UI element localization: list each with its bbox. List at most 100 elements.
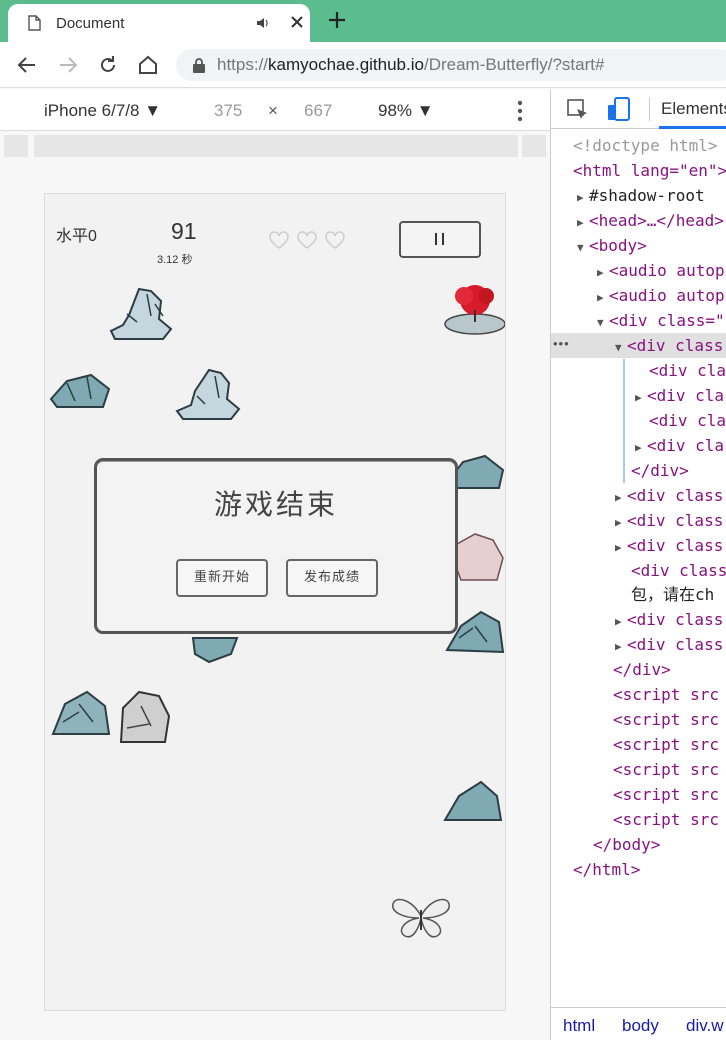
dom-node[interactable]: 包，请在ch bbox=[631, 582, 714, 607]
dom-node[interactable]: ▶ <div cla bbox=[635, 383, 724, 408]
teal-rock-icon bbox=[191, 637, 239, 664]
pause-button[interactable] bbox=[399, 221, 481, 258]
dom-node[interactable]: <script src bbox=[613, 807, 719, 832]
node-text: <div class bbox=[627, 635, 724, 654]
teal-rock-icon bbox=[49, 373, 111, 408]
dom-node[interactable]: ▶ <div cla bbox=[635, 433, 724, 458]
node-text: <script src bbox=[613, 685, 719, 704]
breadcrumb-div[interactable]: div.w bbox=[686, 1016, 723, 1036]
node-text: <div cla bbox=[647, 386, 725, 405]
teal-rock-icon bbox=[51, 690, 111, 735]
dom-node[interactable]: ▶ <div class bbox=[615, 607, 723, 632]
home-icon[interactable] bbox=[137, 54, 159, 76]
expand-triangle-icon[interactable]: ▶ bbox=[615, 510, 627, 535]
dom-node[interactable]: <div cla bbox=[649, 358, 726, 383]
browser-tab-strip: Document bbox=[0, 0, 726, 42]
expand-triangle-icon[interactable]: ▶ bbox=[577, 210, 589, 235]
browser-toolbar: https://kamyochae.github.io/Dream-Butter… bbox=[0, 42, 726, 88]
node-text: <!doctype html> bbox=[573, 136, 718, 155]
expand-triangle-icon[interactable]: ▶ bbox=[577, 185, 589, 210]
dom-node[interactable]: <!doctype html> bbox=[573, 133, 718, 158]
expand-triangle-icon[interactable]: ▶ bbox=[597, 260, 609, 285]
node-text: <div cla bbox=[647, 436, 725, 455]
breadcrumb-body[interactable]: body bbox=[622, 1016, 659, 1036]
viewport-width[interactable]: 375 bbox=[214, 101, 242, 121]
node-text: <script src bbox=[613, 810, 719, 829]
dimension-separator: × bbox=[268, 101, 278, 120]
tab-elements[interactable]: Elements bbox=[661, 99, 726, 119]
back-arrow-icon[interactable] bbox=[16, 54, 38, 76]
dom-node[interactable]: ▶ #shadow-root bbox=[577, 183, 705, 208]
forward-arrow-icon[interactable] bbox=[57, 54, 79, 76]
node-text: <script src bbox=[613, 785, 719, 804]
new-tab-plus-icon[interactable] bbox=[327, 10, 347, 30]
close-icon[interactable] bbox=[288, 13, 306, 31]
expand-triangle-icon[interactable]: ▶ bbox=[615, 609, 627, 634]
address-bar[interactable]: https://kamyochae.github.io/Dream-Butter… bbox=[176, 49, 726, 81]
collapse-triangle-icon[interactable]: ▼ bbox=[577, 235, 589, 260]
collapse-triangle-icon[interactable]: ▼ bbox=[597, 310, 609, 335]
reload-icon[interactable] bbox=[97, 54, 119, 76]
dom-node[interactable]: <div cla bbox=[649, 408, 726, 433]
node-text: <div class=" bbox=[609, 311, 725, 330]
zoom-select[interactable]: 98% ▼ bbox=[378, 101, 434, 121]
ruler-segment bbox=[34, 135, 518, 157]
level-label: 水平0 bbox=[56, 228, 97, 245]
breadcrumb-html[interactable]: html bbox=[563, 1016, 595, 1036]
dom-node[interactable]: ▼ <div class bbox=[615, 333, 723, 358]
dom-node[interactable]: ▶ <audio autop bbox=[597, 258, 725, 283]
device-select[interactable]: iPhone 6/7/8 ▼ bbox=[44, 101, 161, 121]
viewport-height[interactable]: 667 bbox=[304, 101, 332, 121]
dom-node[interactable]: ▶ <div class bbox=[615, 483, 723, 508]
dom-node[interactable]: <script src bbox=[613, 682, 719, 707]
heart-icon bbox=[269, 231, 289, 249]
dom-node[interactable]: ▶ <head>…</head> bbox=[577, 208, 724, 233]
expand-triangle-icon[interactable]: ▶ bbox=[597, 285, 609, 310]
restart-button[interactable]: 重新开始 bbox=[176, 559, 268, 597]
node-text: </div> bbox=[631, 461, 689, 480]
dom-node[interactable]: ▼ <div class=" bbox=[597, 308, 725, 333]
dom-node[interactable]: </body> bbox=[593, 832, 660, 857]
expand-triangle-icon[interactable]: ▶ bbox=[615, 535, 627, 560]
expand-triangle-icon[interactable]: ▶ bbox=[635, 385, 647, 410]
node-text: <div class bbox=[627, 610, 724, 629]
dom-node[interactable]: <script src bbox=[613, 757, 719, 782]
dom-node[interactable]: </div> bbox=[631, 458, 689, 483]
dom-node[interactable]: ▶ <div class bbox=[615, 533, 723, 558]
expand-triangle-icon[interactable]: ▶ bbox=[615, 485, 627, 510]
dom-node[interactable]: </div> bbox=[613, 657, 671, 682]
node-ellipsis[interactable]: ••• bbox=[553, 336, 570, 351]
heart-icon bbox=[325, 231, 345, 249]
publish-score-button[interactable]: 发布成绩 bbox=[286, 559, 378, 597]
dom-node[interactable]: ▼ <body> bbox=[577, 233, 647, 258]
expand-triangle-icon[interactable]: ▶ bbox=[635, 435, 647, 460]
node-text: <head>…</head> bbox=[589, 211, 724, 230]
url-text[interactable]: https://kamyochae.github.io/Dream-Butter… bbox=[217, 55, 604, 75]
score-value: 91 bbox=[171, 218, 197, 244]
devtools-panel: Elements ••• <!doctype html> <html lang=… bbox=[550, 89, 726, 1040]
speaker-icon[interactable] bbox=[255, 15, 271, 31]
dom-node[interactable]: ▶ <div class bbox=[615, 632, 723, 657]
pink-rock-icon bbox=[454, 533, 504, 581]
dom-node[interactable]: <script src bbox=[613, 782, 719, 807]
dom-node[interactable]: </html> bbox=[573, 857, 640, 882]
lock-icon bbox=[193, 58, 205, 73]
ruler-segment bbox=[4, 135, 28, 157]
dom-node[interactable]: <html lang="en"> bbox=[573, 158, 726, 183]
node-text: </html> bbox=[573, 860, 641, 879]
dom-node[interactable]: <script src bbox=[613, 732, 719, 757]
device-toggle-icon[interactable] bbox=[607, 97, 631, 123]
dom-node[interactable]: <script src bbox=[613, 707, 719, 732]
ruler-segment bbox=[522, 135, 546, 157]
butterfly-icon bbox=[392, 898, 450, 938]
more-options-icon[interactable] bbox=[515, 99, 525, 123]
dom-node[interactable]: ▶ <audio autop bbox=[597, 283, 725, 308]
inspect-element-icon[interactable] bbox=[567, 99, 589, 121]
url-scheme: https:// bbox=[217, 55, 269, 74]
collapse-triangle-icon[interactable]: ▼ bbox=[615, 335, 627, 360]
expand-triangle-icon[interactable]: ▶ bbox=[615, 634, 627, 659]
dom-node[interactable]: <div class bbox=[631, 558, 726, 583]
browser-tab[interactable]: Document bbox=[8, 4, 310, 42]
node-text: <div class bbox=[627, 511, 724, 530]
dom-node[interactable]: ▶ <div class bbox=[615, 508, 723, 533]
